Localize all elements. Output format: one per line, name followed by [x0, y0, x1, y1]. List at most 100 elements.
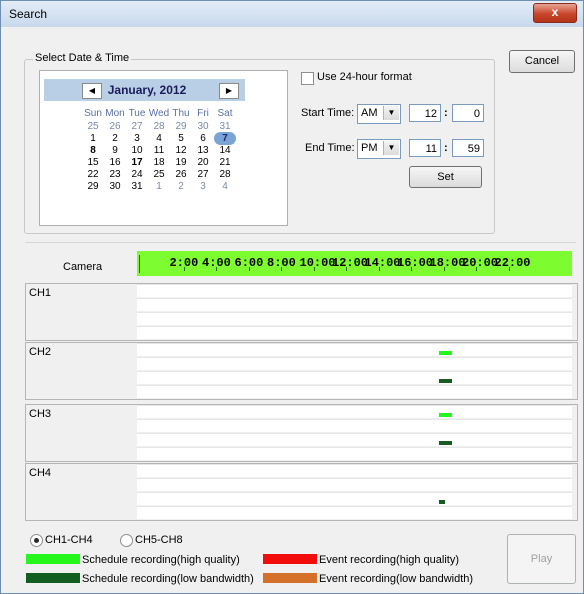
window-title: Search: [9, 7, 48, 21]
recording-segment-low: [439, 500, 446, 504]
calendar-day[interactable]: 31: [126, 180, 148, 193]
calendar-day[interactable]: 2: [170, 180, 192, 193]
channel-track[interactable]: [137, 298, 572, 311]
channel-track[interactable]: [137, 405, 572, 418]
channel-row[interactable]: CH3: [25, 404, 578, 462]
timeline-tick: [443, 267, 445, 271]
start-time-label: Start Time:: [301, 107, 355, 119]
channel-track[interactable]: [137, 371, 572, 384]
start-hour-field[interactable]: 12: [409, 104, 441, 122]
calendar-day[interactable]: 4: [214, 180, 236, 193]
timeline-tick: [378, 267, 380, 271]
calendar-weekday: Fri: [197, 108, 209, 119]
timeline-tick: [248, 267, 250, 271]
timeline-header[interactable]: 2:00 4:00 6:00 8:00 10:00 12:00 14:00 16:00 18:0…: [137, 251, 572, 276]
channel-row[interactable]: CH4: [25, 463, 578, 521]
chevron-down-icon: ▼: [383, 106, 399, 120]
channel-track[interactable]: [137, 464, 572, 477]
next-month-button[interactable]: ▶: [219, 83, 239, 99]
radio-selected-dot: [34, 538, 39, 543]
cancel-button[interactable]: Cancel: [509, 50, 575, 73]
channel-track[interactable]: [137, 447, 572, 460]
timeline-hour-label: 20:00: [462, 256, 499, 270]
calendar-month-title: January, 2012: [107, 83, 187, 97]
timeline-tick: [216, 267, 217, 271]
legend-swatch-event-low: [263, 573, 317, 583]
channel-track[interactable]: [137, 385, 572, 398]
timeline-tick: [346, 267, 347, 271]
legend-swatch-schedule-high: [26, 554, 80, 564]
timeline-tick: [411, 267, 412, 271]
calendar-weekday: Tue: [128, 108, 146, 119]
calendar-day[interactable]: 1: [148, 180, 170, 193]
use-24h-label: Use 24-hour format: [317, 71, 412, 83]
end-hour-field[interactable]: 11: [409, 139, 441, 157]
end-minute-field[interactable]: 59: [452, 139, 484, 157]
start-time-separator: :: [444, 107, 448, 119]
start-minute-field[interactable]: 0: [452, 104, 484, 122]
calendar-weekday: Mon: [105, 108, 125, 119]
calendar-day[interactable]: 30: [104, 180, 126, 193]
recording-segment-low: [439, 441, 452, 445]
legend-label-schedule-low: Schedule recording(low bandwidth): [82, 573, 254, 585]
recording-segment-low: [439, 379, 452, 383]
title-bar: Search x: [1, 1, 583, 27]
timeline-hour-label: 14:00: [364, 256, 401, 270]
channel-track[interactable]: [137, 492, 572, 505]
timeline-hours: 2:00 4:00 6:00 8:00 10:00 12:00 14:00 16:00 18:0…: [137, 253, 572, 271]
use-24h-checkbox[interactable]: [301, 72, 314, 85]
timeline-hour-label: 16:00: [397, 256, 434, 270]
chevron-down-icon: ▼: [383, 141, 399, 155]
legend-label-event-low: Event recording(low bandwidth): [319, 573, 474, 585]
end-ampm-value: PM: [361, 142, 378, 154]
legend-label-schedule-high: Schedule recording(high quality): [82, 554, 240, 566]
channel-track[interactable]: [137, 433, 572, 446]
recording-segment-high: [439, 413, 452, 417]
channel-track[interactable]: [137, 312, 572, 325]
search-window: Search x Select Date & Time ◀ ▶ January,…: [0, 0, 584, 594]
calendar-day[interactable]: 3: [192, 180, 214, 193]
channel-row[interactable]: CH1: [25, 283, 578, 341]
channel-track[interactable]: [137, 478, 572, 491]
timeline-tick: [508, 267, 510, 271]
recording-segment-high: [439, 351, 452, 355]
calendar-weekday: Thu: [172, 108, 190, 119]
legend-label-event-high: Event recording(high quality): [319, 554, 460, 566]
calendar-weekday: Wed: [148, 108, 170, 119]
play-button[interactable]: Play: [507, 534, 576, 584]
calendar-weekday: Sun: [84, 108, 102, 119]
channel-track[interactable]: [137, 343, 572, 356]
date-time-group-title: Select Date & Time: [33, 52, 132, 64]
set-button[interactable]: Set: [409, 166, 482, 188]
end-time-separator: :: [444, 142, 448, 154]
ch1-ch4-radio[interactable]: [30, 534, 43, 547]
start-ampm-select[interactable]: AM ▼: [357, 104, 401, 124]
calendar-day[interactable]: 29: [82, 180, 104, 193]
timeline-tick: [313, 267, 315, 271]
camera-column-label: Camera: [63, 261, 103, 273]
end-ampm-select[interactable]: PM ▼: [357, 139, 401, 159]
channel-row[interactable]: CH2: [25, 342, 578, 400]
timeline-hour-label: 18:00: [429, 256, 466, 270]
timeline-tick: [183, 267, 185, 271]
timeline-hour-label: 22:00: [494, 256, 531, 270]
legend-swatch-schedule-low: [26, 573, 80, 583]
channel-track[interactable]: [137, 326, 572, 339]
timeline-hour-label: 10:00: [299, 256, 336, 270]
ch5-ch8-radio[interactable]: [120, 534, 133, 547]
timeline-tick: [476, 267, 477, 271]
channel-track[interactable]: [137, 419, 572, 432]
close-button[interactable]: x: [533, 3, 577, 23]
channel-track[interactable]: [137, 284, 572, 297]
legend-swatch-event-high: [263, 554, 317, 564]
end-time-label: End Time:: [305, 142, 355, 154]
channel-track[interactable]: [137, 506, 572, 519]
start-ampm-value: AM: [361, 107, 378, 119]
timeline-hour-label: 12:00: [332, 256, 369, 270]
channel-label: CH3: [29, 408, 52, 420]
channel-track[interactable]: [137, 357, 572, 370]
channel-label: CH1: [29, 287, 52, 299]
divider: [25, 242, 576, 243]
calendar-weekday: Sat: [217, 108, 233, 119]
ch5-ch8-label: CH5-CH8: [135, 534, 183, 546]
